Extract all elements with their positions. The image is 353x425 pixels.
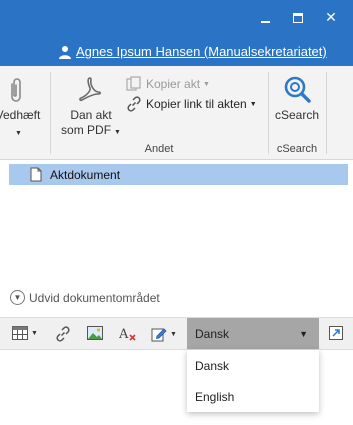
maximize-button[interactable] [286,6,310,30]
insert-link-button[interactable] [55,326,71,342]
user-icon [59,45,71,59]
csearch-label: cSearch [274,108,320,122]
image-icon [87,326,103,340]
link-icon [56,326,70,342]
document-icon [30,167,42,182]
ribbon-separator [50,72,51,154]
pencil-icon [151,328,167,342]
clear-formatting-button[interactable]: A [119,326,137,342]
pdf-icon [79,77,102,102]
document-label: Aktdokument [50,167,121,182]
list-item[interactable]: Aktdokument [9,164,348,185]
chevron-down-icon: ▼ [31,329,38,337]
chevron-down-icon: ▼ [299,329,308,339]
minimize-button[interactable] [253,6,277,30]
create-pdf-label-line1: Dan akt [70,108,112,122]
expand-document-area-label: Udvid dokumentområdet [29,290,160,305]
maximize-icon [293,13,303,23]
chevron-down-icon: ▼ [170,330,177,338]
group-andet-label: Andet [144,143,174,155]
title-bar: ✕ Agnes Ipsum Hansen (Manualsekretariate… [0,0,353,66]
ribbon-separator [326,72,327,154]
copy-link-label: Kopier link til akten [146,97,247,111]
language-option-dansk[interactable]: Dansk [187,350,319,381]
clear-formatting-icon: A [119,327,136,342]
language-dropdown: Dansk English [187,350,319,412]
user-name[interactable]: Agnes Ipsum Hansen (Manualsekretariatet) [76,44,327,59]
language-selected-value: Dansk [195,326,230,341]
current-user-link[interactable]: Agnes Ipsum Hansen (Manualsekretariatet) [58,44,327,59]
close-icon: ✕ [325,10,337,26]
copy-act-button[interactable]: Kopier akt ▼ [126,76,210,92]
document-list: Aktdokument [0,160,353,310]
attach-button[interactable]: Vedhæft ▼ [0,72,40,138]
ribbon: Vedhæft ▼ Dan akt som PDF ▼ Kopier akt ▼ K… [0,66,353,160]
csearch-button[interactable]: cSearch [274,72,320,128]
minimize-icon [260,21,270,23]
expand-document-area-button[interactable]: ▼ Udvid dokumentområdet [10,290,160,305]
group-csearch-label: cSearch [276,143,318,155]
popout-button[interactable] [329,326,343,340]
insert-image-button[interactable] [87,326,103,340]
csearch-icon [284,76,311,103]
copy-icon [126,76,141,91]
link-icon [127,96,141,112]
svg-text:A: A [119,327,129,342]
close-button[interactable]: ✕ [319,6,343,30]
table-icon [12,326,28,340]
language-select[interactable]: Dansk ▼ [187,318,319,349]
copy-link-button[interactable]: Kopier link til akten ▼ [126,96,257,112]
copy-act-label: Kopier akt [146,77,201,91]
chevron-down-icon: ▼ [10,290,25,305]
popout-icon [329,326,343,340]
create-pdf-button[interactable]: Dan akt som PDF ▼ [60,72,122,138]
attach-label: Vedhæft [0,108,41,122]
language-option-english[interactable]: English [187,381,319,413]
table-button[interactable]: ▼ [12,326,38,340]
edit-button[interactable]: ▼ [151,326,177,342]
attach-dropdown-icon: ▼ [15,130,22,137]
paperclip-icon [11,78,21,102]
create-pdf-label-line2: som PDF ▼ [61,123,121,137]
